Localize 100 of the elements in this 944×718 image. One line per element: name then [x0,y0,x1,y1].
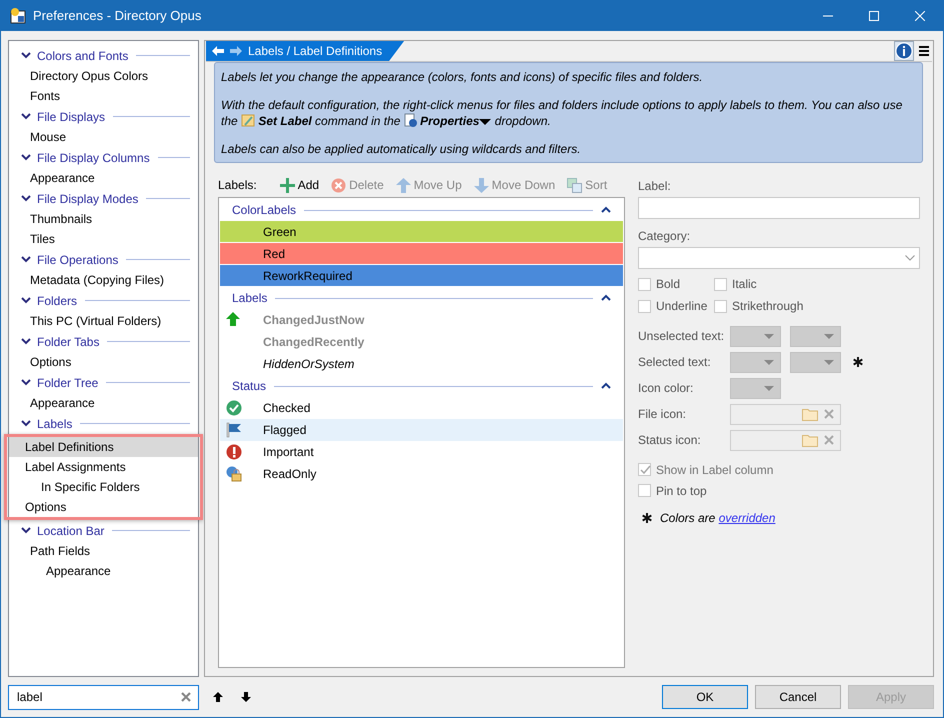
clear-icon[interactable] [824,435,834,445]
dialog-button[interactable]: Cancel [755,685,841,709]
color-picker[interactable] [730,326,781,346]
sidebar-item[interactable]: Appearance [9,168,198,188]
label-row[interactable]: Flagged [220,419,623,441]
sidebar-category[interactable]: Location Bar [37,522,104,540]
sidebar-item[interactable]: This PC (Virtual Folders) [9,311,198,331]
collapse-chevron-icon[interactable] [21,526,31,536]
checkbox[interactable] [714,300,727,312]
collapse-chevron-icon[interactable] [21,336,31,346]
sidebar-item[interactable]: Options [9,352,198,372]
app-icon [9,7,27,25]
collapse-chevron-icon[interactable] [21,418,31,428]
icon-picker-field[interactable] [730,404,841,424]
menu-icon[interactable] [916,44,932,58]
sidebar-item[interactable]: Directory Opus Colors [9,66,198,86]
sidebar-category[interactable]: File Displays [37,108,106,126]
collapse-chevron-icon[interactable] [21,194,31,204]
sidebar-category[interactable]: File Display Columns [37,148,150,166]
field-label: Unselected text: [638,328,726,345]
dialog-button[interactable]: OK [662,685,748,709]
collapse-chevron-icon[interactable] [21,50,31,60]
search-field[interactable]: label [8,684,199,710]
sidebar-item[interactable]: Mouse [9,127,198,147]
label-row[interactable]: Important [220,441,623,463]
field-label: Selected text: [638,354,712,371]
label-row[interactable]: Red [220,243,623,265]
up-arrow-icon[interactable] [212,691,224,703]
field-label: File icon: [638,406,688,423]
sidebar-category[interactable]: Folder Tabs [37,332,100,350]
down-arrow-icon[interactable] [240,691,252,703]
checkbox-label[interactable]: Pin to top [656,482,707,500]
back-arrow-icon[interactable] [212,46,224,56]
checkbox-label[interactable]: Italic [732,275,757,293]
label-input-field[interactable] [638,197,920,219]
forward-arrow-icon[interactable] [230,46,242,56]
collapse-chevron-icon[interactable] [21,152,31,162]
sidebar-item[interactable]: Path Fields [9,541,198,561]
collapse-chevron-icon[interactable] [21,378,31,388]
info-text: Labels let you change the appearance (colors, fonts and icons) of specific files and folders. [221,69,704,85]
collapse-chevron-icon[interactable] [601,294,611,302]
up-arrow-icon [396,178,411,192]
list-group-header: ColorLabels [232,202,296,219]
color-picker[interactable] [730,378,781,398]
breadcrumb-path[interactable]: Labels / Label Definitions [248,42,382,60]
sidebar-category[interactable]: File Display Modes [37,190,138,208]
collapse-chevron-icon[interactable] [21,296,31,306]
color-picker[interactable] [790,352,841,372]
checkbox-label[interactable]: Strikethrough [732,297,804,315]
maximize-icon [869,11,879,21]
checkbox[interactable] [638,484,651,497]
sidebar-item[interactable]: Label Assignments [9,457,198,477]
sort-icon [567,178,582,192]
sidebar-item[interactable]: Appearance [9,561,198,581]
sidebar-item[interactable]: Fonts [9,86,198,106]
overridden-link[interactable]: overridden [718,511,776,525]
sidebar-category[interactable]: File Operations [37,250,118,268]
label-row[interactable]: ReworkRequired [220,265,623,287]
clear-icon[interactable] [181,692,191,702]
label-row[interactable]: Checked [220,397,623,419]
checkmark-icon [638,464,650,475]
chevron-down-icon [905,255,915,261]
sidebar-category[interactable]: Folder Tree [37,374,98,392]
delete-icon [331,178,346,192]
checkbox-label[interactable]: Bold [656,275,680,293]
label-row[interactable]: Green [220,221,623,243]
clear-icon[interactable] [824,409,834,419]
globe-lock-icon [226,466,242,482]
close-icon [915,11,925,21]
field-label: Icon color: [638,380,694,397]
sidebar-item[interactable]: In Specific Folders [9,477,198,497]
checkbox-label[interactable]: Underline [656,297,708,315]
icon-picker-field[interactable] [730,430,841,450]
checkbox[interactable] [714,278,727,290]
sidebar-item[interactable]: Options [9,497,198,517]
checkbox[interactable] [638,278,651,290]
color-picker[interactable] [730,352,781,372]
collapse-chevron-icon[interactable] [601,206,611,214]
sidebar-item[interactable]: Tiles [9,229,198,249]
sidebar-category[interactable]: Labels [37,414,72,432]
check-icon [226,400,242,416]
field-label: Category: [638,228,692,245]
asterisk-icon [642,513,652,523]
label-row[interactable]: HiddenOrSystem [220,353,623,375]
dropdown-caret-icon [479,118,492,126]
collapse-chevron-icon[interactable] [601,382,611,390]
checkbox[interactable] [638,300,651,312]
collapse-chevron-icon[interactable] [21,112,31,122]
sidebar-category[interactable]: Colors and Fonts [37,46,128,64]
sidebar-item[interactable]: Thumbnails [9,209,198,229]
sidebar-item[interactable]: Metadata (Copying Files) [9,270,198,290]
sidebar-item[interactable]: Label Definitions [9,437,198,457]
color-picker[interactable] [790,326,841,346]
sidebar-category[interactable]: Folders [37,292,78,310]
info-icon[interactable] [894,41,914,61]
add-button[interactable]: Add [280,176,320,194]
collapse-chevron-icon[interactable] [21,254,31,264]
sidebar-item[interactable]: Appearance [9,393,198,413]
label-row[interactable]: ReadOnly [220,463,623,485]
caret-icon [764,360,774,364]
